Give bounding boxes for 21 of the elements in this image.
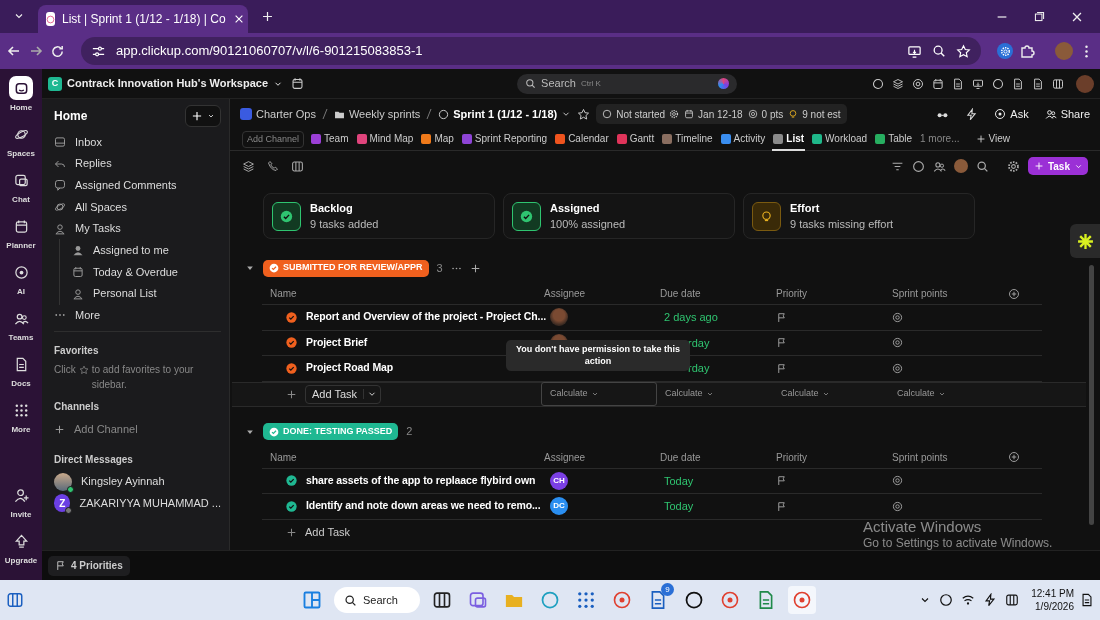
hint-text: to add favorites to your sidebar.	[91, 363, 195, 393]
avatar: Z	[54, 494, 71, 513]
tooltip: You don't have permission to take this action	[506, 340, 690, 372]
url-text: app.clickup.com/90121060707/v/l/6-901215083853-1	[116, 42, 424, 61]
task-count: 3	[436, 260, 443, 276]
sidebar-title: Home	[54, 108, 88, 125]
section-heading: Channels	[54, 400, 100, 415]
tab-title: List | Sprint 1 (1/12 - 1/18) | Co	[62, 11, 226, 28]
task-count: 2	[406, 424, 413, 440]
activation-title: Activate Windows	[863, 518, 983, 536]
card-title: Effort	[790, 200, 821, 216]
activation-text: Go to Settings to activate Windows.	[863, 536, 1053, 551]
notification-count: 9	[661, 583, 674, 596]
card-title: Backlog	[310, 200, 354, 216]
card-title: Assigned	[550, 200, 601, 216]
hint-text: Click	[54, 363, 76, 378]
card-subtitle: 9 tasks added	[310, 217, 379, 232]
card-subtitle: 9 tasks missing effort	[790, 217, 894, 232]
section-heading: Direct Messages	[54, 452, 134, 467]
card-subtitle: 100% assigned	[550, 217, 626, 232]
section-heading: Favorites	[54, 344, 100, 359]
